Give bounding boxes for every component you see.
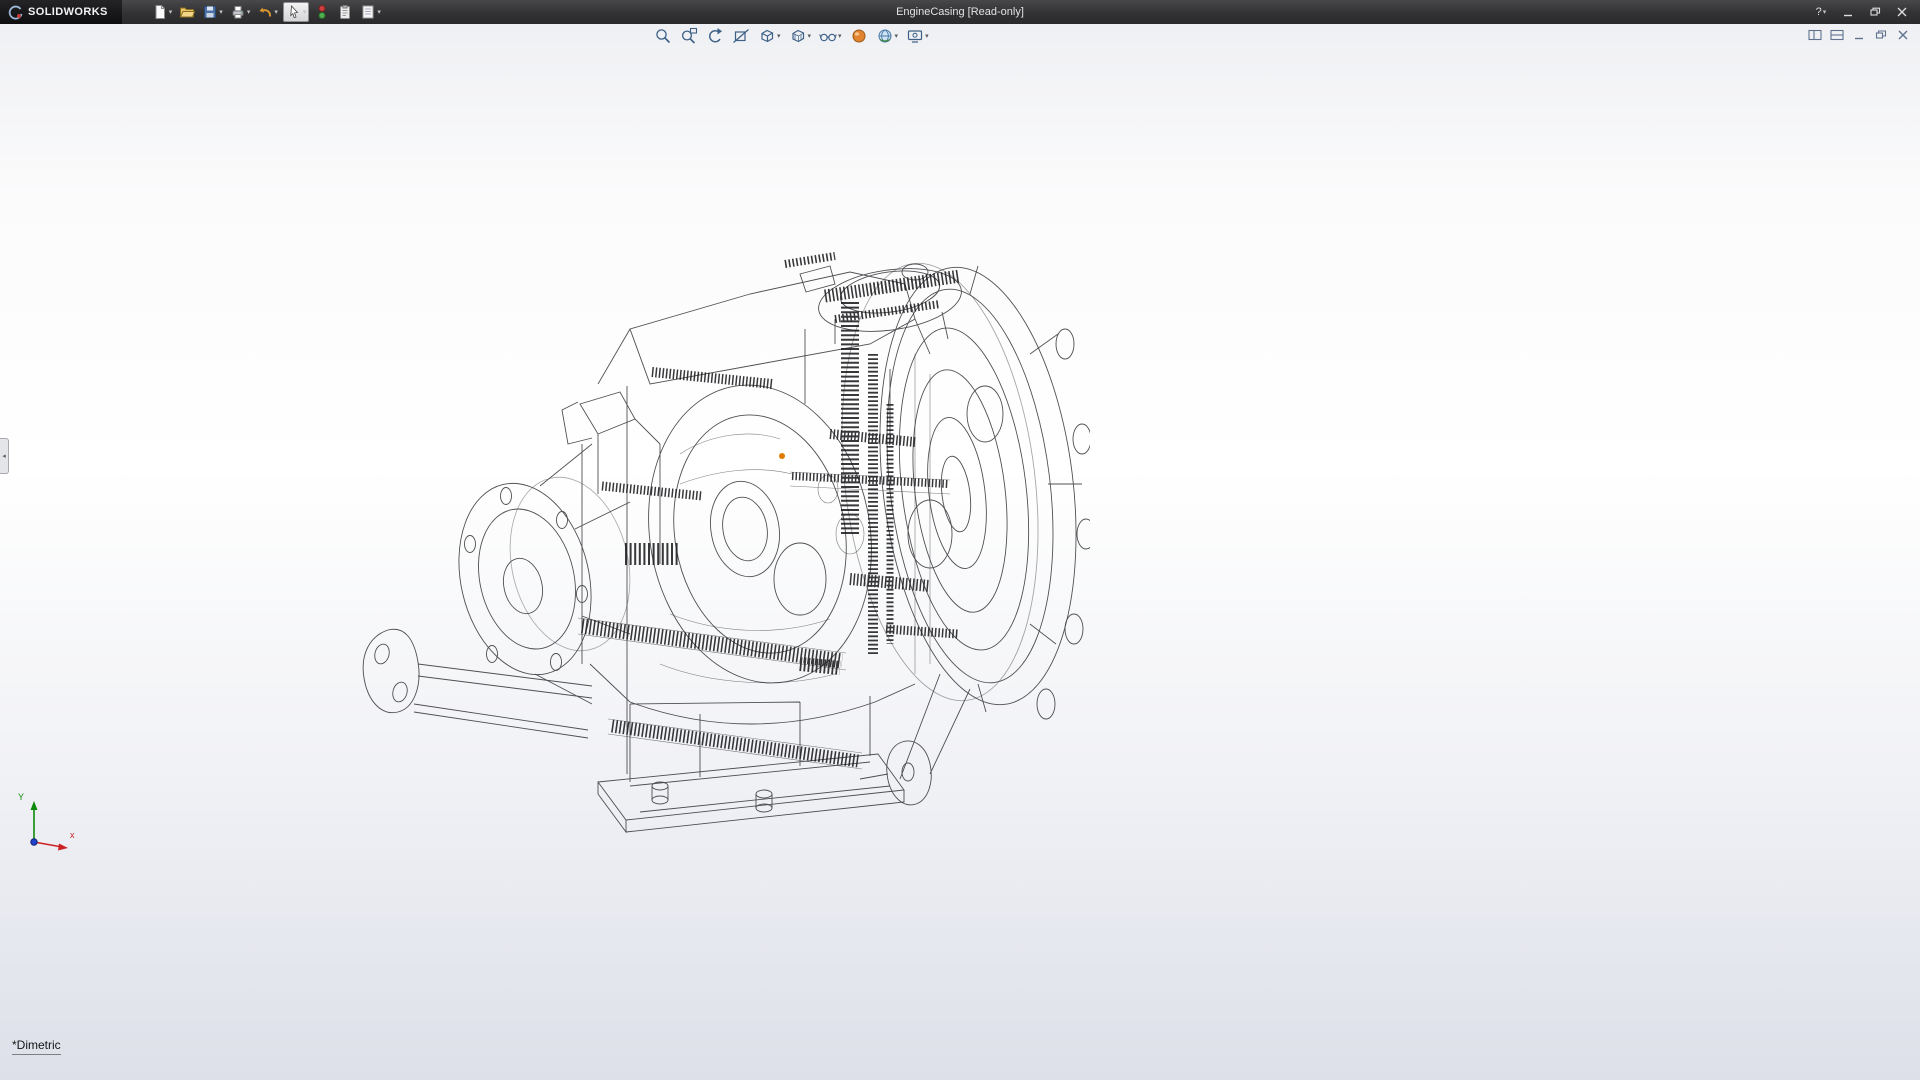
open-button[interactable] [177,2,197,22]
dropdown-arrow-icon[interactable]: ▾ [777,33,781,40]
document-restore-button[interactable] [1872,27,1890,42]
zoom-fit-icon [654,27,672,45]
display-style-cube-icon [789,27,807,45]
view-orientation-label: *Dimetric [12,1038,61,1055]
engine-casing-wireframe[interactable] [330,234,1090,874]
tile-right-button[interactable] [1828,27,1846,42]
dropdown-arrow-icon[interactable]: ▾ [925,33,929,40]
feature-panel-collapse-tab[interactable]: ◂ [0,438,9,474]
section-view-icon [732,27,750,45]
restore-button[interactable] [1863,3,1887,21]
title-bar: SOLIDWORKS ▾ ▾ [0,0,1920,24]
options-sheet-icon [360,4,376,20]
tile-left-icon [1808,29,1822,41]
previous-view-button[interactable] [704,26,726,46]
close-button[interactable] [1890,3,1914,21]
origin-marker [779,453,785,459]
dropdown-arrow-icon[interactable]: ▾ [169,9,173,16]
axis-x-label: x [70,830,75,840]
dropdown-arrow-icon[interactable]: ▾ [838,33,842,40]
print-button[interactable]: ▾ [228,2,253,22]
help-button[interactable]: ? ▾ [1809,3,1833,21]
window-controls: ? ▾ [1809,3,1920,21]
tile-left-button[interactable] [1806,27,1824,42]
dropdown-arrow-icon[interactable]: ▾ [274,9,278,16]
document-minimize-button[interactable] [1850,27,1868,42]
view-orientation-cube-icon [758,27,776,45]
reference-triad: Y x [20,796,84,862]
app-logo: SOLIDWORKS [0,0,122,24]
zoom-area-icon [680,27,698,45]
new-document-button[interactable]: ▾ [150,2,175,22]
window-title: EngineCasing [Read-only] [896,6,1024,18]
dropdown-arrow-icon[interactable]: ▾ [895,33,899,40]
dropdown-arrow-icon[interactable]: ▾ [377,9,381,16]
wireframe-outlines [363,252,1090,832]
document-window-controls [1806,27,1912,42]
minimize-button[interactable] [1836,3,1860,21]
section-view-button[interactable] [730,26,752,46]
file-properties-icon [337,4,353,20]
view-settings-button[interactable]: ▾ [904,26,931,46]
select-tool-button[interactable]: ▾ [283,2,310,22]
file-properties-button[interactable] [335,2,355,22]
select-cursor-icon [286,4,302,20]
open-folder-icon [179,4,195,20]
save-button[interactable]: ▾ [200,2,225,22]
dropdown-arrow-icon[interactable]: ▾ [219,9,223,16]
dropdown-arrow-icon[interactable]: ▾ [247,9,251,16]
wireframe-gears-shafts [582,256,960,761]
dropdown-arrow-icon[interactable]: ▾ [808,33,812,40]
collapse-arrow-icon: ◂ [2,452,6,460]
axis-y-label: Y [18,792,24,802]
restore-icon [1869,7,1881,17]
hide-show-items-button[interactable]: ▾ [817,26,844,46]
new-document-icon [152,4,168,20]
dropdown-arrow-icon[interactable]: ▾ [303,9,307,16]
scene-globe-icon [876,27,894,45]
main-toolbar: ▾ ▾ ▾ [150,2,383,22]
print-icon [230,4,246,20]
display-style-button[interactable]: ▾ [787,26,814,46]
view-settings-icon [906,27,924,45]
eyeglasses-icon [819,27,837,45]
document-close-button[interactable] [1894,27,1912,42]
rebuild-button[interactable] [312,2,332,22]
undo-button[interactable]: ▾ [255,2,280,22]
previous-view-icon [706,27,724,45]
edit-appearance-button[interactable] [848,26,870,46]
save-icon [202,4,218,20]
document-restore-icon [1874,29,1888,41]
document-minimize-icon [1852,29,1866,41]
help-label: ? [1816,6,1822,18]
heads-up-view-toolbar: ▾ ▾ ▾ [652,26,931,46]
zoom-fit-button[interactable] [652,26,674,46]
brand-name: SOLIDWORKS [28,6,108,18]
graphics-area[interactable]: ▾ ▾ ▾ [0,24,1920,1080]
minimize-icon [1842,7,1854,17]
undo-icon [257,4,273,20]
triad-axes-icon [20,796,76,856]
options-button[interactable]: ▾ [358,2,383,22]
solidworks-logo-icon [8,5,23,20]
view-orientation-button[interactable]: ▾ [756,26,783,46]
rebuild-traffic-light-icon [314,4,330,20]
zoom-area-button[interactable] [678,26,700,46]
document-close-icon [1896,29,1910,41]
dropdown-arrow-icon[interactable]: ▾ [1823,9,1827,16]
tile-right-icon [1830,29,1844,41]
apply-scene-button[interactable]: ▾ [874,26,901,46]
appearance-ball-icon [850,27,868,45]
close-icon [1896,7,1908,17]
